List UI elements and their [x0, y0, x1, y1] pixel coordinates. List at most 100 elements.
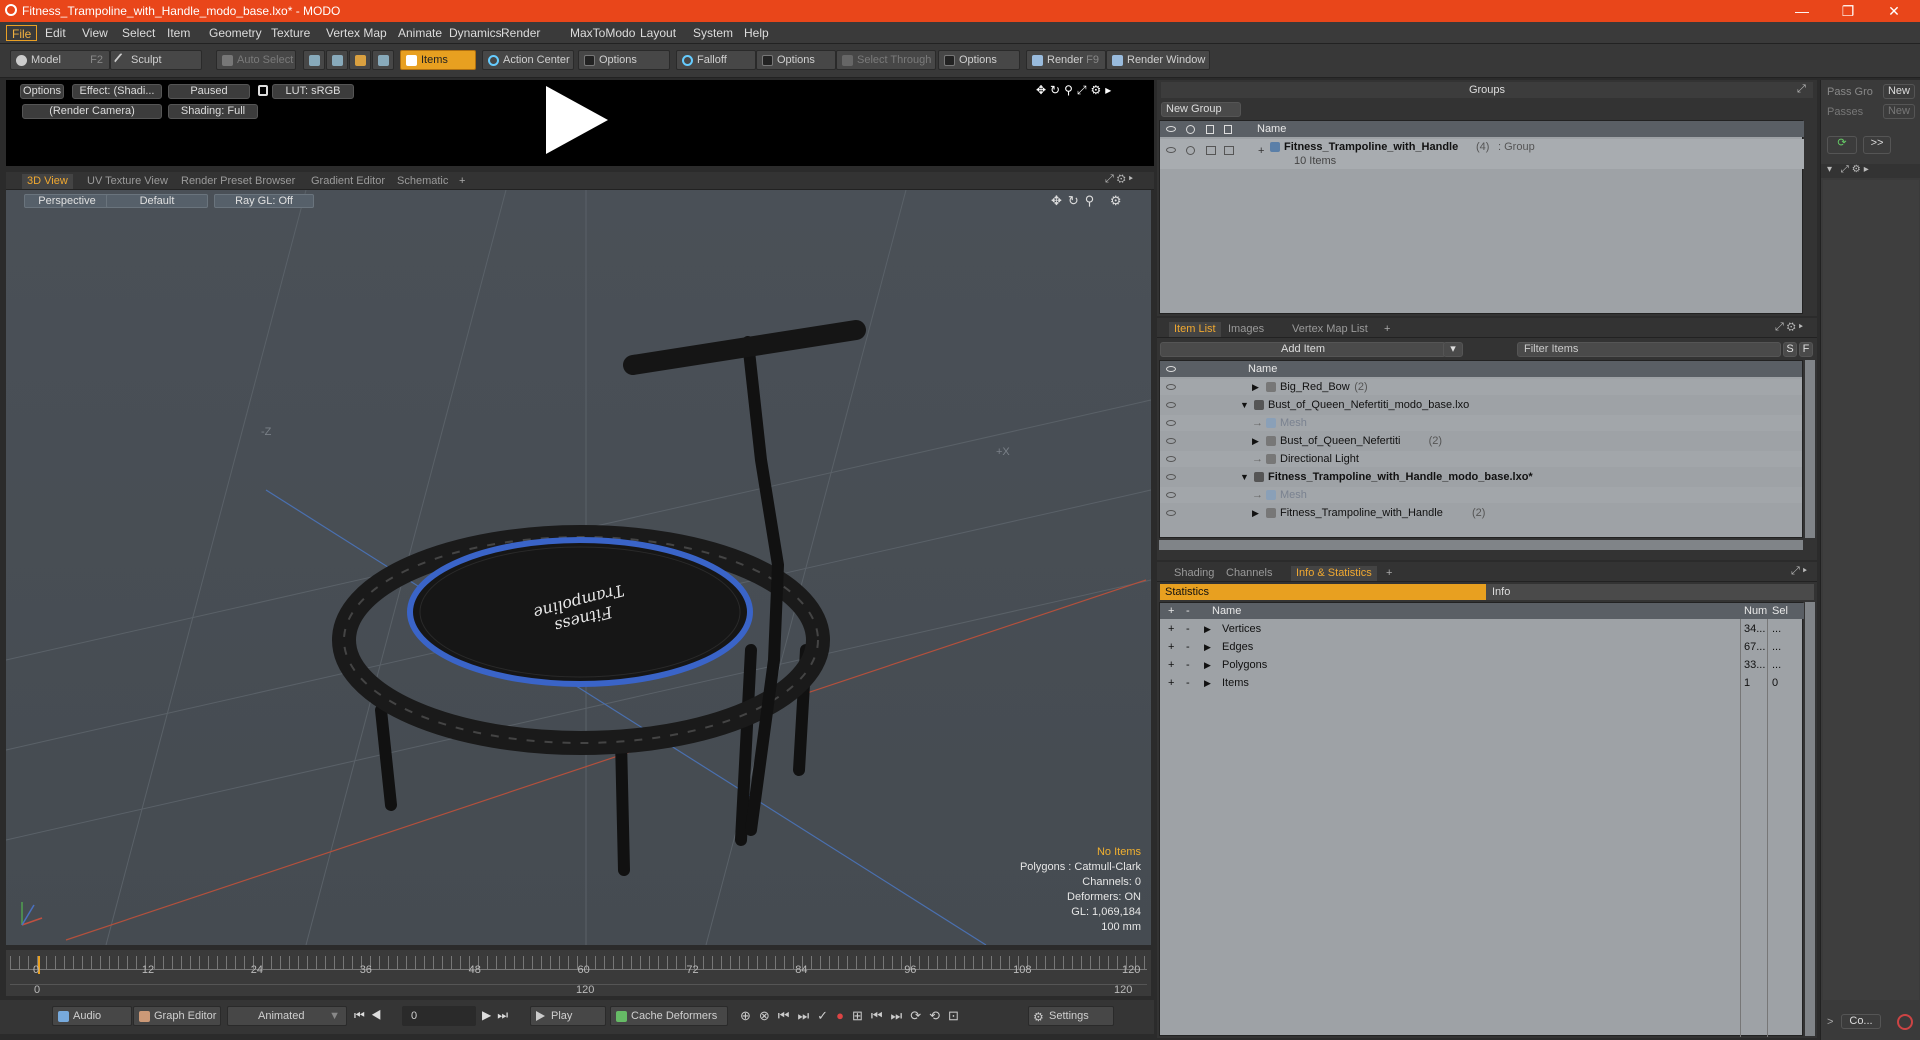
collapse-minus-icon[interactable]: - — [1186, 675, 1190, 691]
menu-layout[interactable]: Layout — [635, 25, 681, 41]
item-list-row[interactable]: ▶ Bust_of_Queen_Nefertiti (2) — [1160, 433, 1802, 449]
new-pass-button[interactable]: New — [1883, 104, 1915, 119]
groups-list[interactable]: Name + Fitness_Trampoline_with_Handle (4… — [1159, 120, 1804, 314]
close-button[interactable]: ✕ — [1872, 0, 1916, 22]
expand-arrow-icon[interactable]: ▶ — [1204, 657, 1211, 673]
collapse-button[interactable]: Co... — [1841, 1014, 1881, 1029]
item-visibility-icon[interactable] — [1166, 384, 1176, 390]
filter-s-button[interactable]: S — [1783, 342, 1797, 357]
tab-render-preset-browser[interactable]: Render Preset Browser — [176, 174, 300, 189]
statistics-tab[interactable]: Statistics — [1160, 584, 1486, 600]
new-pass-group-button[interactable]: New — [1883, 84, 1915, 99]
collapse-minus-icon[interactable]: - — [1186, 657, 1190, 673]
group-select-icon[interactable] — [1224, 146, 1234, 155]
collapse-arrow-icon[interactable]: ▼ — [1240, 469, 1249, 485]
sculpt-mode-button[interactable]: Sculpt — [110, 50, 202, 70]
tab-vertex-map-list[interactable]: Vertex Map List — [1287, 322, 1373, 337]
item-list-hscrollbar[interactable] — [1159, 540, 1803, 550]
item-list-tree[interactable]: Name ▶ Big_Red_Bow (2) ▼ Bust_of_Queen_Nefer… — [1159, 360, 1803, 538]
tab-channels[interactable]: Channels — [1221, 566, 1277, 581]
visibility-eye-icon[interactable] — [1166, 126, 1176, 132]
expand-plus-icon[interactable]: + — [1168, 639, 1174, 655]
expand-plus-icon[interactable]: + — [1168, 621, 1174, 637]
next-key-buttons[interactable]: ▶⏭ — [482, 1008, 514, 1023]
record-icon[interactable] — [1897, 1014, 1913, 1030]
add-item-button[interactable]: Add Item — [1160, 342, 1446, 357]
polygons-mode-button[interactable] — [349, 50, 371, 70]
item-visibility-icon[interactable] — [1166, 402, 1176, 408]
add-item-tab-button[interactable]: + — [1379, 322, 1395, 337]
expand-plus-icon[interactable]: + — [1168, 675, 1174, 691]
action-center-button[interactable]: Action Center — [482, 50, 574, 70]
item-visibility-icon[interactable] — [1166, 456, 1176, 462]
items-mode-button[interactable]: Items — [400, 50, 476, 70]
stats-row-edges[interactable]: + - ▶ Edges 67...... — [1160, 639, 1804, 655]
refresh-icon[interactable]: ⟳ — [1827, 136, 1857, 154]
key-tools-icons[interactable]: ⊕⊗⏮⏭✓●⊞⏮⏭⟳⟲⊡ — [740, 1008, 967, 1024]
preview-camera-dropdown[interactable]: (Render Camera) — [22, 104, 162, 119]
shading-default-dropdown[interactable]: Default — [106, 194, 208, 208]
menu-file[interactable]: File — [6, 25, 38, 41]
settings-button[interactable]: ⚙ Settings — [1028, 1006, 1114, 1026]
tab-info-statistics[interactable]: Info & Statistics — [1291, 566, 1377, 581]
item-list-row[interactable]: → Mesh — [1160, 487, 1802, 503]
item-list-row[interactable]: ▶ Big_Red_Bow (2) — [1160, 379, 1802, 395]
item-visibility-icon[interactable] — [1166, 510, 1176, 516]
lock-column-icon[interactable] — [1206, 125, 1214, 134]
preview-nav-icons[interactable]: ✥↻⚲⤢⚙▸ — [1036, 83, 1115, 98]
group-lock-icon[interactable] — [1206, 146, 1216, 155]
add-stats-tab-button[interactable]: + — [1381, 566, 1397, 581]
tab-uv-texture-view[interactable]: UV Texture View — [82, 174, 173, 189]
info-tab[interactable]: Info — [1486, 584, 1814, 600]
stats-row-polygons[interactable]: + - ▶ Polygons 33...... — [1160, 657, 1804, 673]
item-list-row[interactable]: ▶ Fitness_Trampoline_with_Handle (2) — [1160, 505, 1802, 521]
item-list-row[interactable]: ▼ Fitness_Trampoline_with_Handle_modo_bas… — [1160, 469, 1802, 485]
expand-arrow-icon[interactable]: ▶ — [1204, 675, 1211, 691]
expand-plus-icon[interactable]: + — [1258, 143, 1264, 159]
expand-arrow-icon[interactable]: ▶ — [1252, 379, 1259, 395]
falloff-button[interactable]: Falloff — [676, 50, 756, 70]
raygl-dropdown[interactable]: Ray GL: Off — [214, 194, 314, 208]
render-toggle-icon[interactable] — [1186, 125, 1195, 134]
perspective-dropdown[interactable]: Perspective — [24, 194, 110, 208]
vertices-mode-button[interactable] — [303, 50, 325, 70]
graph-editor-button[interactable]: Graph Editor — [133, 1006, 221, 1026]
tab-shading[interactable]: Shading — [1169, 566, 1219, 581]
render-window-button[interactable]: Render Window — [1106, 50, 1210, 70]
materials-mode-button[interactable] — [372, 50, 394, 70]
action-center-options-button[interactable]: Options — [578, 50, 670, 70]
preview-shading-dropdown[interactable]: Shading: Full — [168, 104, 258, 119]
menu-select[interactable]: Select — [117, 25, 160, 41]
stats-expand-all-icon[interactable]: + — [1168, 603, 1174, 619]
maximize-button[interactable]: ❐ — [1826, 0, 1870, 22]
filter-items-input[interactable]: Filter Items — [1517, 342, 1781, 357]
expand-plus-icon[interactable]: + — [1168, 657, 1174, 673]
menu-view[interactable]: View — [77, 25, 113, 41]
cache-deformers-button[interactable]: Cache Deformers — [610, 1006, 728, 1026]
statistics-table[interactable]: + - Name Num Sel + - ▶ Vertices 34...... + - ▶ E… — [1159, 602, 1804, 1037]
stats-row-items[interactable]: + - ▶ Items 1 0 — [1160, 675, 1804, 691]
group-row[interactable]: + Fitness_Trampoline_with_Handle (4) : G… — [1160, 139, 1804, 169]
new-group-button[interactable]: New Group — [1161, 102, 1241, 117]
group-render-icon[interactable] — [1186, 146, 1195, 155]
menu-vertex-map[interactable]: Vertex Map — [321, 25, 392, 41]
menu-render[interactable]: Render — [496, 25, 545, 41]
tab-3d-view[interactable]: 3D View — [22, 174, 73, 189]
timeline-range[interactable]: 0 120 120 — [10, 984, 1147, 996]
trampoline-model[interactable]: Fitness Trampoline — [332, 320, 866, 876]
frame-input[interactable]: 0 — [402, 1006, 476, 1026]
menu-system[interactable]: System — [688, 25, 738, 41]
strip-controls-icon[interactable]: ▾ ⤢⚙▸ — [1821, 164, 1920, 178]
model-mode-button[interactable]: Model F2 — [10, 50, 110, 70]
preview-effect-dropdown[interactable]: Effect: (Shadi... — [72, 84, 162, 99]
pass-list-area[interactable] — [1823, 180, 1919, 1000]
expand-arrow-icon[interactable]: ▶ — [1204, 621, 1211, 637]
stats-panel-controls-icon[interactable]: ⤢▸ — [1791, 565, 1810, 578]
item-list-row[interactable]: ▼ Bust_of_Queen_Nefertiti_modo_base.lxo — [1160, 397, 1802, 413]
tab-item-list[interactable]: Item List — [1169, 322, 1221, 337]
select-options-button[interactable]: Options — [938, 50, 1020, 70]
stats-scrollbar[interactable] — [1805, 602, 1815, 1036]
expand-arrow-icon[interactable]: ▶ — [1204, 639, 1211, 655]
prev-key-buttons[interactable]: ⏮◀ — [354, 1008, 388, 1023]
animated-dropdown[interactable]: Animated ▼ — [227, 1006, 347, 1026]
